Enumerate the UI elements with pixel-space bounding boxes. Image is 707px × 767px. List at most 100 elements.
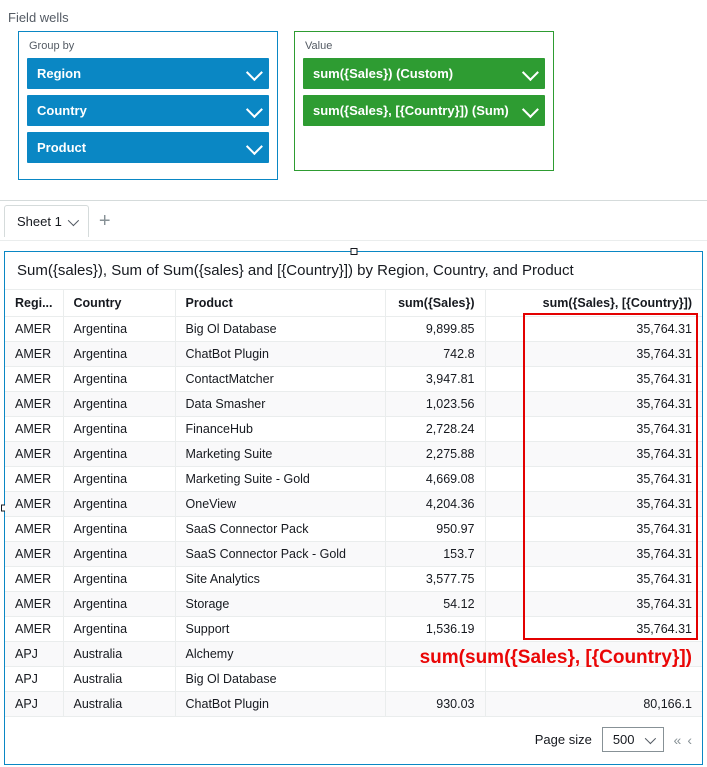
table-row[interactable]: AMERArgentinaChatBot Plugin742.835,764.3… — [5, 342, 702, 367]
group-by-well: Group by Region Country Product — [18, 31, 278, 180]
cell-sum2: 35,764.31 — [485, 417, 702, 442]
table-row[interactable]: AMERArgentinaBig Ol Database9,899.8535,7… — [5, 317, 702, 342]
cell-country: Argentina — [63, 442, 175, 467]
table-row[interactable]: AMERArgentinaSupport1,536.1935,764.31 — [5, 617, 702, 642]
add-sheet-button[interactable]: + — [89, 211, 121, 231]
cell-product: Alchemy — [175, 642, 385, 667]
value-well: Value sum({Sales}) (Custom) sum({Sales},… — [294, 31, 554, 171]
table-row[interactable]: AMERArgentinaMarketing Suite - Gold4,669… — [5, 467, 702, 492]
cell-region: AMER — [5, 367, 63, 392]
table-row[interactable]: AMERArgentinaData Smasher1,023.5635,764.… — [5, 392, 702, 417]
visual-title: Sum({sales}), Sum of Sum({sales} and [{C… — [5, 252, 702, 289]
table-row[interactable]: AMERArgentinaOneView4,204.3635,764.31 — [5, 492, 702, 517]
cell-product: ChatBot Plugin — [175, 342, 385, 367]
cell-country: Australia — [63, 667, 175, 692]
col-header-sum2[interactable]: sum({Sales}, [{Country}]) — [485, 290, 702, 317]
cell-product: Big Ol Database — [175, 317, 385, 342]
cell-region: APJ — [5, 667, 63, 692]
cell-product: Marketing Suite - Gold — [175, 467, 385, 492]
col-header-product[interactable]: Product — [175, 290, 385, 317]
table-row[interactable]: AMERArgentinaMarketing Suite2,275.8835,7… — [5, 442, 702, 467]
cell-country: Argentina — [63, 342, 175, 367]
cell-sum2: 35,764.31 — [485, 467, 702, 492]
chevron-down-icon — [522, 101, 539, 118]
cell-sum1: 54.12 — [385, 592, 485, 617]
cell-country: Argentina — [63, 492, 175, 517]
cell-country: Australia — [63, 642, 175, 667]
cell-sum2: 35,764.31 — [485, 492, 702, 517]
table-row[interactable]: AMERArgentinaSaaS Connector Pack950.9735… — [5, 517, 702, 542]
chevron-down-icon — [644, 732, 655, 743]
table-row[interactable]: AMERArgentinaContactMatcher3,947.8135,76… — [5, 367, 702, 392]
pill-label: Product — [37, 140, 86, 155]
cell-product: Marketing Suite — [175, 442, 385, 467]
group-pill-region[interactable]: Region — [27, 58, 269, 89]
table-row[interactable]: AMERArgentinaSite Analytics3,577.7535,76… — [5, 567, 702, 592]
cell-region: AMER — [5, 542, 63, 567]
page-size-value: 500 — [613, 732, 635, 747]
chevron-down-icon — [522, 64, 539, 81]
cell-sum2: 35,764.31 — [485, 317, 702, 342]
col-header-region[interactable]: Regi... — [5, 290, 63, 317]
cell-product: Support — [175, 617, 385, 642]
group-pill-country[interactable]: Country — [27, 95, 269, 126]
pill-label: sum({Sales}, [{Country}]) (Sum) — [313, 103, 509, 118]
cell-sum2: 35,764.31 — [485, 617, 702, 642]
cell-country: Argentina — [63, 592, 175, 617]
cell-sum1: 950.97 — [385, 517, 485, 542]
value-pill-sum-custom[interactable]: sum({Sales}) (Custom) — [303, 58, 545, 89]
resize-handle-top[interactable] — [350, 248, 357, 255]
sheet-tab-label: Sheet 1 — [17, 214, 62, 229]
cell-country: Argentina — [63, 317, 175, 342]
table-row[interactable]: AMERArgentinaSaaS Connector Pack - Gold1… — [5, 542, 702, 567]
table-row[interactable]: AMERArgentinaFinanceHub2,728.2435,764.31 — [5, 417, 702, 442]
cell-country: Argentina — [63, 467, 175, 492]
group-by-title: Group by — [27, 40, 269, 52]
cell-product: FinanceHub — [175, 417, 385, 442]
col-header-country[interactable]: Country — [63, 290, 175, 317]
cell-product: SaaS Connector Pack — [175, 517, 385, 542]
sheet-area: Sheet 1 + Sum({sales}), Sum of Sum({sale… — [0, 200, 707, 765]
cell-sum1: 2,728.24 — [385, 417, 485, 442]
table-row[interactable]: AMERArgentinaStorage54.1235,764.31 — [5, 592, 702, 617]
cell-sum1: 1,536.19 — [385, 617, 485, 642]
cell-product: Storage — [175, 592, 385, 617]
cell-country: Argentina — [63, 617, 175, 642]
cell-country: Australia — [63, 692, 175, 717]
cell-sum2: 35,764.31 — [485, 567, 702, 592]
first-page-icon[interactable]: « — [674, 732, 682, 748]
chevron-down-icon — [246, 64, 263, 81]
cell-region: AMER — [5, 467, 63, 492]
cell-sum2: 35,764.31 — [485, 442, 702, 467]
cell-product: ContactMatcher — [175, 367, 385, 392]
table-row[interactable]: APJAustraliaBig Ol Database — [5, 667, 702, 692]
value-pill-sum-country[interactable]: sum({Sales}, [{Country}]) (Sum) — [303, 95, 545, 126]
cell-country: Argentina — [63, 542, 175, 567]
cell-sum1: 1,023.56 — [385, 392, 485, 417]
cell-region: AMER — [5, 442, 63, 467]
paging-arrows: « ‹ — [674, 732, 692, 748]
cell-region: AMER — [5, 492, 63, 517]
cell-sum1: 9,899.85 — [385, 317, 485, 342]
cell-sum2: 35,764.31 — [485, 517, 702, 542]
cell-sum2: 35,764.31 — [485, 342, 702, 367]
chevron-down-icon — [246, 101, 263, 118]
group-pill-product[interactable]: Product — [27, 132, 269, 163]
cell-sum1: 3,577.75 — [385, 567, 485, 592]
visual-container[interactable]: Sum({sales}), Sum of Sum({sales} and [{C… — [4, 251, 703, 765]
prev-page-icon[interactable]: ‹ — [687, 732, 692, 748]
cell-region: AMER — [5, 342, 63, 367]
cell-country: Argentina — [63, 392, 175, 417]
cell-sum1: 4,669.08 — [385, 467, 485, 492]
page-size-select[interactable]: 500 — [602, 727, 664, 752]
cell-sum2 — [485, 667, 702, 692]
col-header-sum1[interactable]: sum({Sales}) — [385, 290, 485, 317]
pill-label: Region — [37, 66, 81, 81]
cell-sum2: 35,764.31 — [485, 592, 702, 617]
table-row[interactable]: APJAustraliaChatBot Plugin930.0380,166.1 — [5, 692, 702, 717]
annotation-text: sum(sum({Sales}, [{Country}]) — [420, 647, 692, 669]
sheet-tab-1[interactable]: Sheet 1 — [4, 205, 89, 237]
cell-sum1: 3,947.81 — [385, 367, 485, 392]
cell-product: Site Analytics — [175, 567, 385, 592]
cell-product: Big Ol Database — [175, 667, 385, 692]
